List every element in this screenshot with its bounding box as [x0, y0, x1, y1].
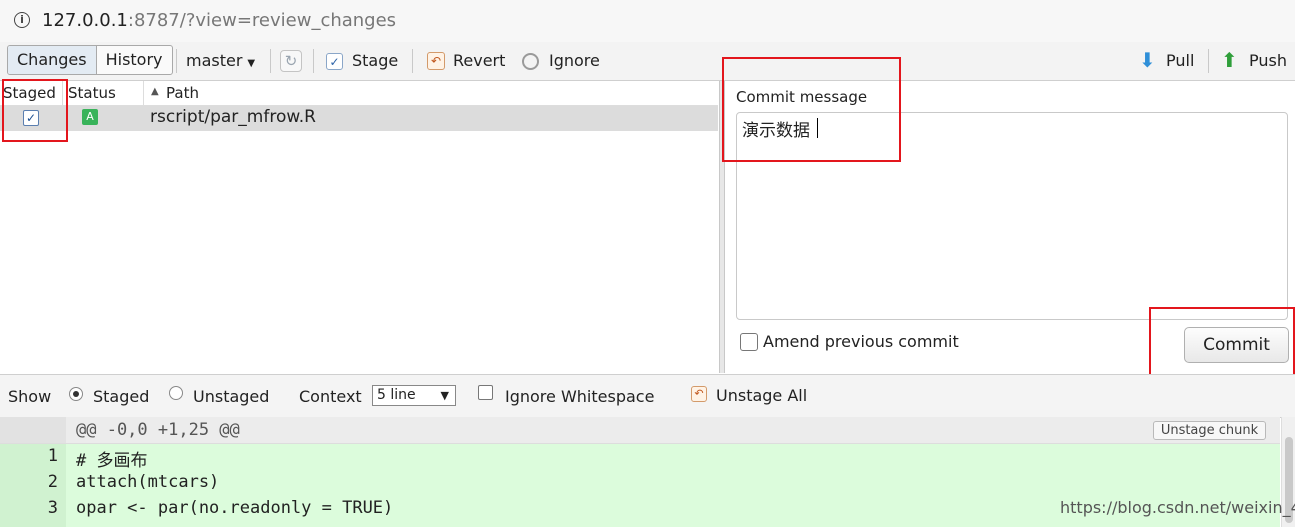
unstaged-option-label: Unstaged: [193, 387, 270, 406]
branch-label: master: [186, 51, 243, 70]
radio-unstaged[interactable]: [169, 386, 183, 400]
ignore-whitespace-checkbox[interactable]: [478, 385, 493, 400]
line-number: 2: [47, 472, 58, 492]
unstage-all-button[interactable]: Unstage All: [716, 386, 807, 405]
caret-down-icon: ▼: [440, 389, 449, 402]
toolbar-divider: [412, 49, 413, 73]
diff-line: 1 # 多画布: [0, 444, 1280, 471]
column-path[interactable]: Path: [166, 84, 199, 102]
toolbar-divider: [270, 49, 271, 73]
line-code: # 多画布: [76, 451, 148, 471]
pull-button[interactable]: Pull: [1166, 51, 1194, 70]
highlight-message-annotation: [722, 57, 901, 162]
diff-hunk-header: @@ -0,0 +1,25 @@: [0, 417, 1280, 444]
diff-options-bar: Show Staged Unstaged Context 5 line ▼ Ign…: [0, 374, 1295, 418]
diff-line: 2 attach(mtcars): [0, 470, 1280, 496]
amend-checkbox[interactable]: [740, 333, 758, 351]
line-number: 1: [47, 446, 58, 466]
file-path: rscript/par_mfrow.R: [150, 107, 316, 127]
revert-icon: ↶: [427, 52, 445, 70]
hunk-header-text: @@ -0,0 +1,25 @@: [76, 420, 240, 440]
unstage-chunk-button[interactable]: Unstage chunk: [1153, 421, 1266, 440]
view-toggle: Changes History: [7, 45, 173, 75]
caret-down-icon: ▼: [247, 58, 256, 69]
url-host: 127.0.0.1: [42, 10, 128, 31]
push-arrow-icon: ⬆: [1221, 48, 1238, 72]
info-icon[interactable]: i: [14, 12, 30, 28]
url-path: :8787/?view=review_changes: [127, 10, 397, 31]
column-divider: [143, 81, 144, 105]
radio-staged[interactable]: [69, 387, 83, 401]
staged-option-label: Staged: [93, 387, 150, 406]
stage-checkbox-icon: ✓: [326, 53, 343, 70]
line-number: 3: [47, 498, 58, 518]
ignore-whitespace-label: Ignore Whitespace: [505, 387, 655, 406]
sort-asc-icon: ▲: [151, 86, 159, 97]
tab-changes[interactable]: Changes: [8, 46, 97, 74]
unstage-icon: ↶: [691, 386, 707, 402]
highlight-commit-annotation: [1149, 307, 1295, 382]
context-value: 5 line: [377, 387, 416, 403]
url-text[interactable]: 127.0.0.1:8787/?view=review_changes: [42, 10, 396, 31]
amend-label: Amend previous commit: [763, 332, 959, 351]
context-label: Context: [299, 387, 362, 406]
ignore-icon: [522, 53, 539, 70]
tab-history[interactable]: History: [97, 46, 172, 74]
address-bar: i 127.0.0.1:8787/?view=review_changes: [0, 0, 1295, 43]
push-button[interactable]: Push: [1249, 51, 1287, 70]
toolbar-divider: [1208, 49, 1209, 73]
toolbar-divider: [176, 49, 177, 73]
file-row[interactable]: ✓ A rscript/par_mfrow.R: [0, 106, 718, 131]
file-list-header: Staged Status ▲ Path: [0, 81, 718, 106]
toolbar-divider: [313, 49, 314, 73]
line-code: opar <- par(no.readonly = TRUE): [76, 498, 394, 518]
branch-dropdown[interactable]: master ▼: [186, 51, 255, 70]
git-toolbar: Changes History master ▼ ↻ ✓ Stage ↶ Reve…: [0, 42, 1295, 81]
refresh-icon[interactable]: ↻: [280, 50, 302, 72]
watermark-text: https://blog.csdn.net/weixin_4: [1060, 498, 1295, 517]
status-badge-added: A: [82, 109, 98, 125]
gutter: [0, 417, 66, 443]
context-select[interactable]: 5 line ▼: [372, 385, 456, 406]
stage-button[interactable]: Stage: [352, 51, 398, 70]
pull-arrow-icon: ⬇: [1139, 48, 1156, 72]
highlight-staged-annotation: [2, 79, 68, 142]
show-label: Show: [8, 387, 52, 406]
column-status[interactable]: Status: [68, 84, 116, 102]
line-code: attach(mtcars): [76, 472, 220, 492]
revert-button[interactable]: Revert: [453, 51, 505, 70]
ignore-button[interactable]: Ignore: [549, 51, 600, 70]
